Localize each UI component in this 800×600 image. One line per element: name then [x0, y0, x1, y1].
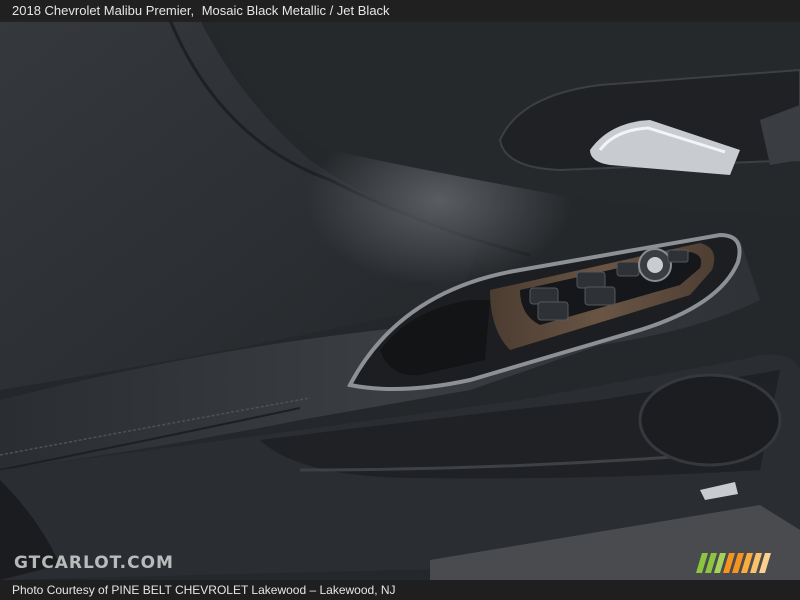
gtcarlot-logo-stripes	[696, 553, 771, 573]
gtcarlot-watermark: GTCARLOT.COM	[14, 553, 174, 573]
photo-credit-bar: Photo Courtesy of PINE BELT CHEVROLET La…	[0, 580, 800, 600]
photo-frame: 2018 Chevrolet Malibu Premier, Mosaic Bl…	[0, 0, 800, 600]
photo-credit: Photo Courtesy of PINE BELT CHEVROLET La…	[12, 583, 396, 597]
door-interior-photo	[0, 0, 800, 600]
door-speaker	[638, 373, 782, 467]
vehicle-title: 2018 Chevrolet Malibu Premier,	[12, 3, 195, 18]
caption-bar: 2018 Chevrolet Malibu Premier, Mosaic Bl…	[0, 0, 800, 22]
vehicle-colors: Mosaic Black Metallic / Jet Black	[201, 3, 390, 18]
